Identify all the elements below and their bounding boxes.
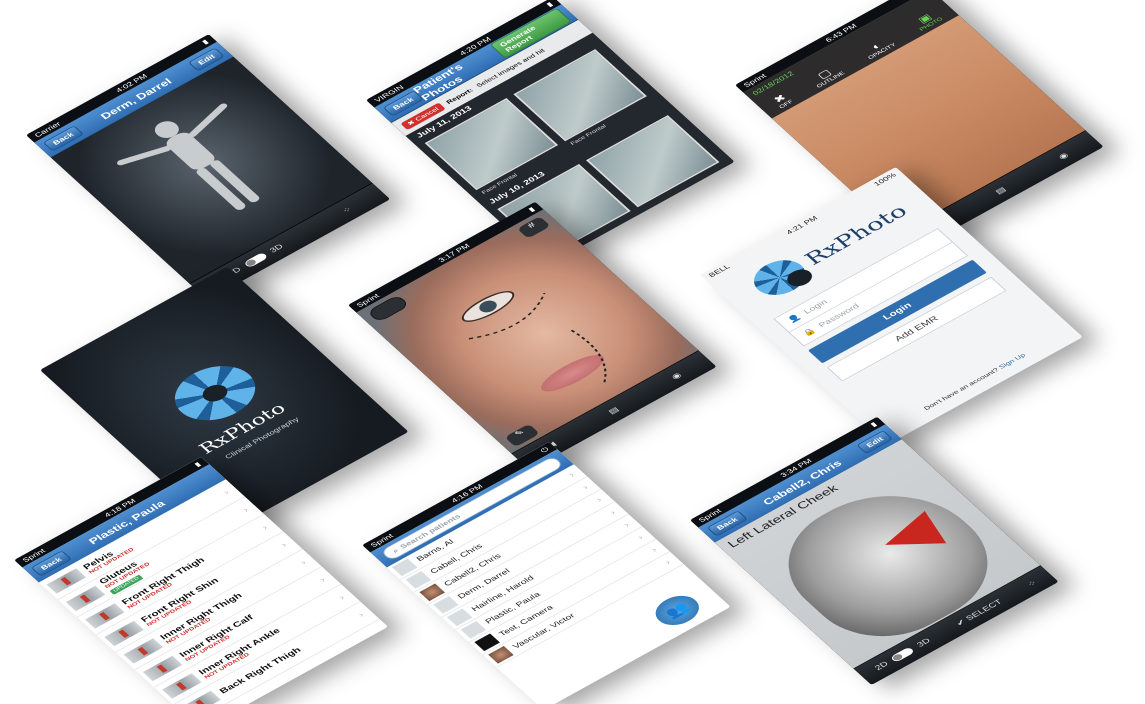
toggle-2d-label: 2D [873, 660, 891, 673]
chevron-right-icon: › [221, 488, 232, 497]
chevron-right-icon: › [608, 508, 618, 517]
patients-list: Barns, Al › Cabell, Chris › Cabell2, Chris… [386, 464, 731, 704]
head-3d-screen: Sprint 3:34 PM ▮ Back Cabell2, Chris Edi… [690, 416, 1059, 685]
body-model-viewport[interactable] [50, 56, 373, 285]
grid-icon[interactable]: ⁘ [341, 205, 354, 215]
avatar [488, 645, 514, 664]
chevron-right-icon: › [260, 523, 270, 532]
body-model-icon [117, 103, 260, 210]
body-3d-screen: Carrier 4:02 PM ▮ Back Derm, Darrel Edit [26, 34, 391, 300]
toggle-switch[interactable] [243, 252, 269, 269]
signup-link[interactable]: Sign Up [997, 352, 1027, 370]
face-photo[interactable]: # ✎ [356, 209, 699, 454]
rxphoto-logo-icon [744, 253, 816, 303]
chevron-right-icon: › [279, 541, 290, 549]
search-icon: ⌕ [390, 546, 401, 555]
camera-icon[interactable]: ◉ [670, 371, 684, 381]
checkmark-icon: ✔ [954, 617, 968, 628]
chevron-right-icon: › [649, 546, 660, 554]
user-icon: 👤 [785, 312, 803, 325]
chevron-right-icon: › [621, 521, 632, 529]
toggle-switch[interactable] [890, 646, 916, 663]
overlay-off-option[interactable]: ✖ OFF [770, 91, 794, 109]
chevron-right-icon: › [317, 576, 328, 584]
chevron-right-icon: › [566, 471, 577, 479]
chevron-right-icon: › [663, 558, 673, 567]
people-icon: 👥 [661, 599, 693, 621]
chevron-right-icon: › [337, 593, 347, 602]
grid-icon[interactable]: ⁘ [1026, 579, 1039, 589]
markup-lines [468, 292, 607, 385]
chevron-right-icon: › [635, 533, 646, 542]
nav-spacer [186, 475, 212, 489]
signup-prompt: Don't have an account? [922, 366, 1001, 412]
save-icon[interactable]: ▤ [607, 406, 621, 416]
lock-icon: 🔒 [800, 326, 818, 338]
chevron-right-icon: › [580, 483, 591, 492]
login-screen: BELL 4:21 PM 100% RxPhoto 👤 Login 🔒 Pass… [700, 167, 1083, 445]
toggle-3d-label: 3D [268, 243, 286, 255]
app-showcase: Carrier 4:02 PM ▮ Back Derm, Darrel Edit [0, 0, 1145, 704]
shutter-icon[interactable]: ◉ [1057, 151, 1071, 161]
head-model-viewport[interactable]: Left Lateral Cheek [714, 439, 1041, 669]
login-form: RxPhoto 👤 Login 🔒 Password Login Add EMR… [708, 174, 1083, 445]
body-areas-list: Pelvis NOT UPDATED › Gluteus NOT UPDATED UPD… [38, 479, 389, 704]
cheek-highlight [885, 511, 947, 545]
save-icon[interactable]: ▤ [994, 186, 1008, 196]
chevron-right-icon: › [594, 496, 605, 504]
chevron-right-icon: › [240, 506, 251, 514]
body-areas-screen: Sprint 4:18 PM ▮ Back Plastic, Paula Pel… [14, 456, 389, 704]
toggle-3d-label: 3D [915, 637, 933, 649]
patients-screen: Sprint 4:16 PM ⏻ ⌕ Search patients Barns… [362, 441, 731, 704]
add-patient-button[interactable]: 👥 [643, 586, 712, 634]
chevron-right-icon: › [298, 558, 309, 567]
chevron-right-icon: › [356, 611, 367, 619]
